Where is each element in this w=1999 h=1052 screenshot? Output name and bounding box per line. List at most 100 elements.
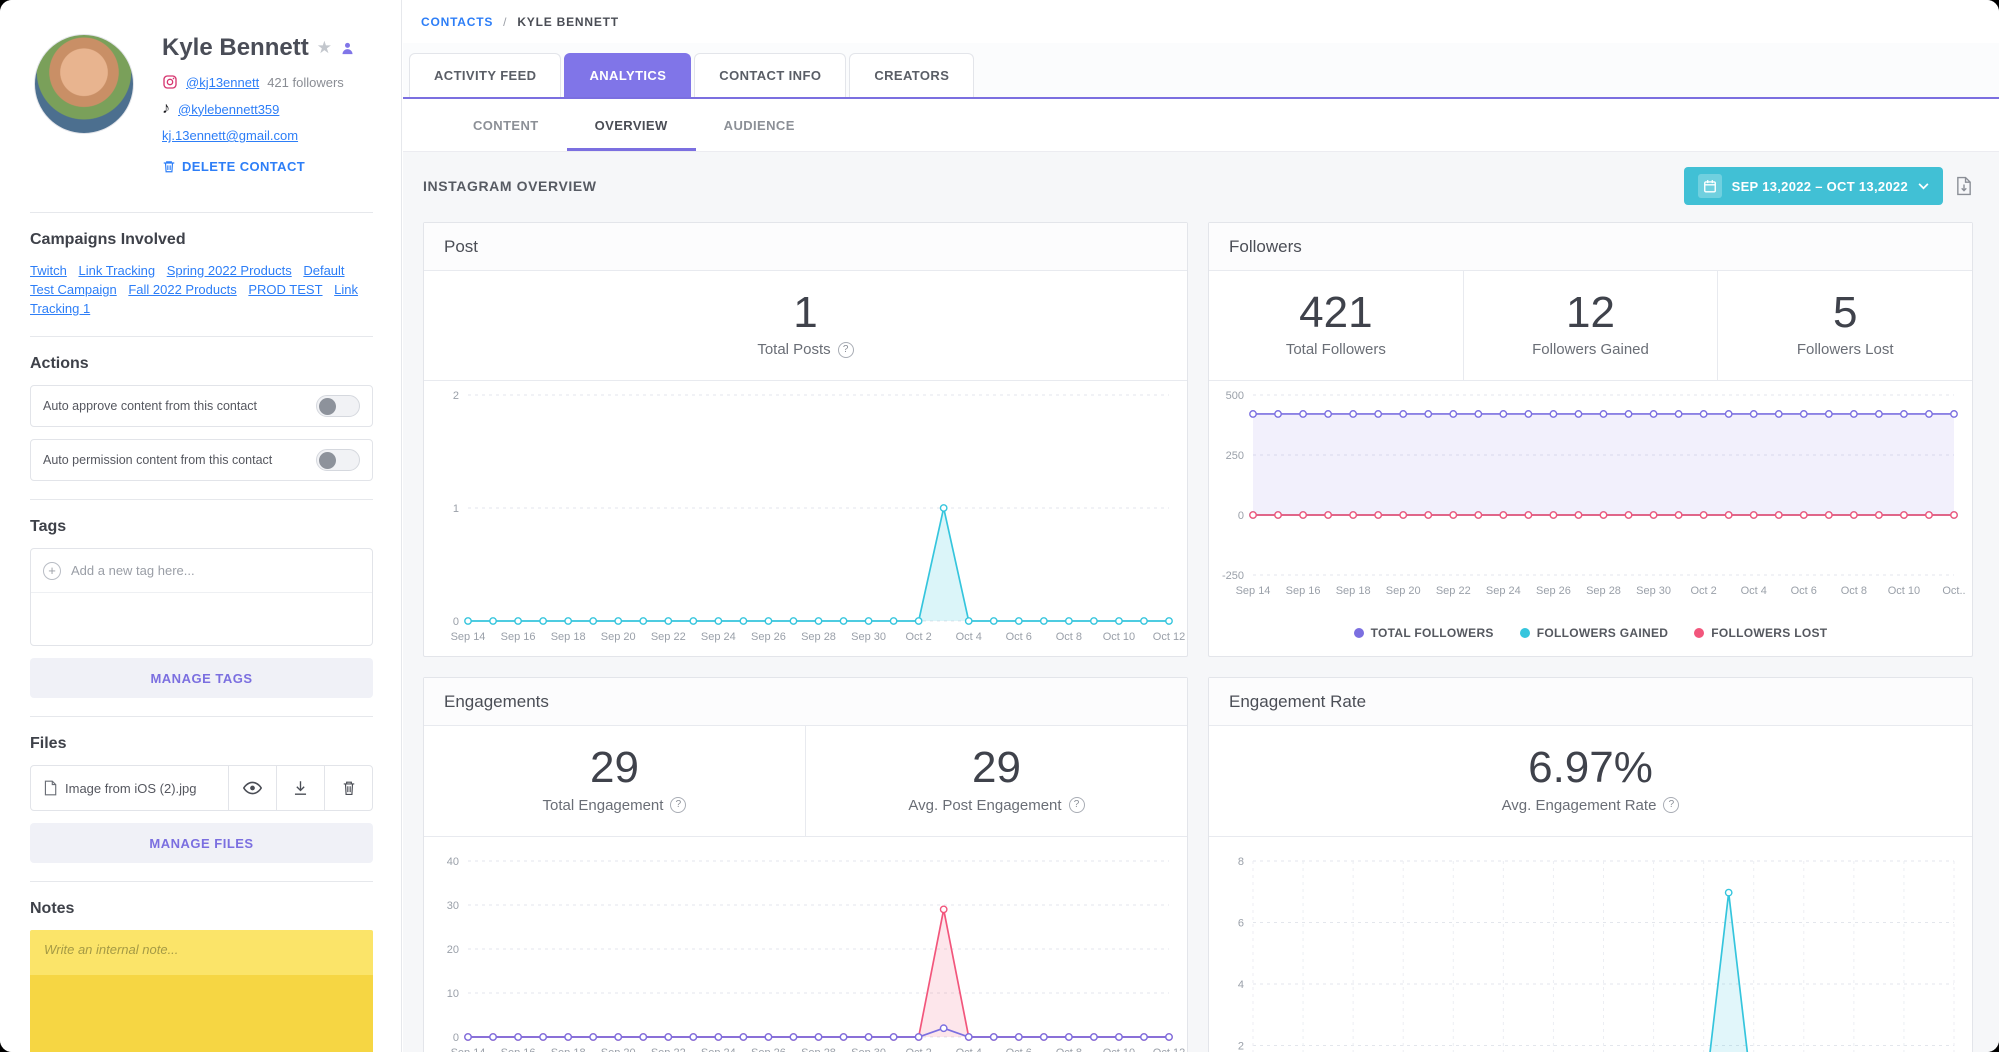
campaign-link[interactable]: Test Campaign [30, 282, 117, 297]
svg-text:-250: -250 [1222, 570, 1244, 582]
delete-contact-button[interactable]: DELETE CONTACT [162, 159, 373, 174]
tags-title: Tags [30, 518, 373, 536]
email-link[interactable]: kj.13ennett@gmail.com [162, 128, 298, 143]
svg-text:1: 1 [453, 503, 459, 515]
export-icon [1955, 176, 1973, 196]
star-icon[interactable]: ★ [317, 38, 332, 58]
followers-chart-legend: TOTAL FOLLOWERS FOLLOWERS GAINED FOLLOWE… [1209, 610, 1972, 656]
campaign-link[interactable]: Twitch [30, 263, 67, 278]
svg-text:2: 2 [453, 390, 459, 402]
preview-file-button[interactable] [228, 766, 276, 810]
svg-text:Oct 6: Oct 6 [1006, 631, 1032, 643]
engagement-rate-card: Engagement Rate 6.97% Avg. Engagement Ra… [1208, 677, 1973, 1052]
svg-text:Sep 16: Sep 16 [1286, 585, 1321, 597]
breadcrumb-current: KYLE BENNETT [517, 15, 619, 29]
svg-text:Oct 6: Oct 6 [1006, 1047, 1032, 1052]
svg-text:Oct..: Oct.. [1942, 585, 1965, 597]
legend-dot-followers-lost [1694, 628, 1704, 638]
subtab-content[interactable]: CONTENT [445, 99, 567, 151]
svg-text:Oct 2: Oct 2 [905, 631, 931, 643]
svg-text:Sep 18: Sep 18 [551, 1047, 586, 1052]
campaign-link[interactable]: PROD TEST [248, 282, 322, 297]
total-posts-label: Total Posts [757, 341, 830, 358]
help-icon[interactable]: ? [838, 342, 854, 358]
manage-tags-button[interactable]: MANAGE TAGS [30, 658, 373, 698]
svg-text:Sep 28: Sep 28 [801, 1047, 836, 1052]
main-area: CONTACTS / KYLE BENNETT ACTIVITY FEED AN… [403, 0, 1999, 1052]
files-title: Files [30, 735, 373, 753]
legend-dot-total-followers [1354, 628, 1364, 638]
svg-text:Sep 16: Sep 16 [501, 1047, 536, 1052]
breadcrumb-contacts-link[interactable]: CONTACTS [421, 15, 493, 29]
add-tag-input[interactable] [71, 563, 360, 578]
post-card: Post 1 Total Posts? 012Sep 14Sep 16Sep 1… [423, 222, 1188, 657]
tiktok-handle-link[interactable]: @kylebennett359 [178, 102, 279, 117]
svg-text:Sep 26: Sep 26 [751, 631, 786, 643]
instagram-followers: 421 followers [267, 75, 344, 90]
tab-creators[interactable]: CREATORS [849, 53, 974, 97]
date-range-picker[interactable]: SEP 13,2022 – OCT 13,2022 [1684, 167, 1943, 205]
help-icon[interactable]: ? [670, 797, 686, 813]
total-followers-value: 421 [1209, 289, 1463, 337]
manage-files-button[interactable]: MANAGE FILES [30, 823, 373, 863]
svg-text:2: 2 [1238, 1040, 1244, 1052]
creator-badge-icon[interactable] [340, 41, 355, 56]
notes-section: Notes [30, 881, 373, 1052]
svg-text:Sep 18: Sep 18 [1336, 585, 1371, 597]
legend-dot-followers-gained [1520, 628, 1530, 638]
svg-text:0: 0 [1238, 510, 1244, 522]
svg-text:Sep 22: Sep 22 [1436, 585, 1471, 597]
svg-text:Oct 10: Oct 10 [1103, 631, 1135, 643]
eye-icon [243, 781, 262, 795]
tab-contact-info[interactable]: CONTACT INFO [694, 53, 846, 97]
note-input[interactable] [44, 942, 359, 1052]
campaign-link[interactable]: Fall 2022 Products [128, 282, 236, 297]
auto-approve-toggle[interactable] [316, 395, 360, 417]
tags-section: Tags + MANAGE TAGS [30, 499, 373, 698]
svg-text:Sep 26: Sep 26 [751, 1047, 786, 1052]
svg-text:30: 30 [447, 900, 459, 912]
campaign-link[interactable]: Default [303, 263, 344, 278]
instagram-handle-link[interactable]: @kj13ennett [186, 75, 259, 90]
main-tabs: ACTIVITY FEED ANALYTICS CONTACT INFO CRE… [403, 43, 1999, 99]
toggle-knob [319, 452, 336, 469]
svg-text:Sep 30: Sep 30 [851, 631, 886, 643]
actions-title: Actions [30, 355, 373, 373]
svg-text:Oct 4: Oct 4 [956, 631, 982, 643]
trash-icon [162, 159, 176, 174]
subtab-audience[interactable]: AUDIENCE [696, 99, 823, 151]
actions-section: Actions Auto approve content from this c… [30, 336, 373, 481]
svg-text:Sep 30: Sep 30 [1636, 585, 1671, 597]
help-icon[interactable]: ? [1069, 797, 1085, 813]
campaign-link[interactable]: Spring 2022 Products [167, 263, 292, 278]
svg-text:Sep 14: Sep 14 [451, 1047, 486, 1052]
export-report-button[interactable] [1955, 176, 1973, 196]
help-icon[interactable]: ? [1663, 797, 1679, 813]
download-file-button[interactable] [276, 766, 324, 810]
campaign-link[interactable]: Link Tracking [78, 263, 155, 278]
subtab-overview[interactable]: OVERVIEW [567, 99, 696, 151]
avg-post-engagement-value: 29 [806, 744, 1187, 792]
svg-text:Sep 24: Sep 24 [701, 631, 736, 643]
download-icon [293, 780, 308, 796]
followers-gained-label: Followers Gained [1532, 341, 1649, 358]
tab-activity-feed[interactable]: ACTIVITY FEED [409, 53, 561, 97]
followers-chart: -2500250500Sep 14Sep 16Sep 18Sep 20Sep 2… [1209, 381, 1972, 610]
avg-engagement-rate-label: Avg. Engagement Rate [1502, 797, 1657, 814]
tiktok-icon: ♪ [162, 100, 170, 118]
svg-text:Sep 26: Sep 26 [1536, 585, 1571, 597]
delete-file-button[interactable] [324, 766, 372, 810]
date-range-label: SEP 13,2022 – OCT 13,2022 [1732, 179, 1908, 194]
svg-text:Oct 10: Oct 10 [1888, 585, 1920, 597]
svg-text:Sep 30: Sep 30 [851, 1047, 886, 1052]
add-tag-icon[interactable]: + [43, 562, 61, 580]
svg-text:40: 40 [447, 856, 459, 868]
file-row: Image from iOS (2).jpg [30, 765, 373, 811]
tab-analytics[interactable]: ANALYTICS [564, 53, 691, 97]
file-icon [43, 780, 57, 796]
campaigns-title: Campaigns Involved [30, 231, 373, 249]
svg-text:0: 0 [453, 616, 459, 628]
trash-icon [342, 780, 356, 796]
svg-text:Sep 20: Sep 20 [601, 631, 636, 643]
auto-permission-toggle[interactable] [316, 449, 360, 471]
